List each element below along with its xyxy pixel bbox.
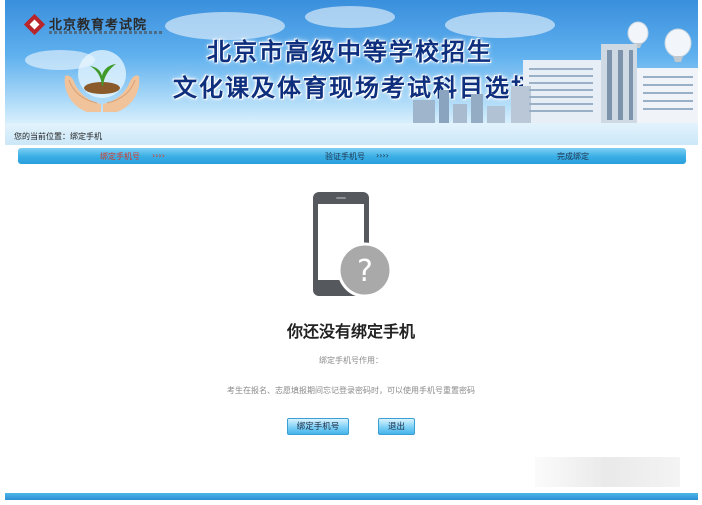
step-arrow-icon: ›››› — [376, 151, 389, 160]
city-skyline-icon — [413, 21, 698, 123]
blurred-region — [535, 457, 680, 487]
footer-bar — [5, 493, 698, 500]
progress-steps-bar: 绑定手机号 ›››› 验证手机号 ›››› 完成绑定 — [18, 148, 686, 164]
site-logo: 北京教育考试院 — [23, 13, 167, 37]
purpose-description: 考生在报名、志愿填报期间忘记登录密码时，可以使用手机号重置密码 — [227, 386, 475, 395]
phone-question-icon: ? — [313, 192, 393, 298]
logo-mark-icon — [23, 13, 46, 36]
purpose-label: 绑定手机号作用： — [319, 356, 383, 365]
exit-button[interactable]: 退出 — [378, 418, 415, 435]
logo-subtitle — [49, 31, 164, 34]
bind-phone-button[interactable]: 绑定手机号 — [287, 418, 349, 435]
header-banner: 北京教育考试院 北京市高级中等学校招生 文化课及体育现场考试科目选择 — [5, 0, 698, 123]
breadcrumb: 您的当前位置：绑定手机 — [14, 132, 102, 141]
step-arrow-icon: ›››› — [152, 151, 165, 160]
location-band — [5, 123, 698, 145]
svg-text:?: ? — [357, 254, 373, 289]
step-verify-phone: 验证手机号 — [325, 152, 365, 161]
unbound-heading: 你还没有绑定手机 — [286, 322, 415, 341]
step-bind-phone: 绑定手机号 — [100, 152, 140, 161]
hands-seedling-icon — [64, 50, 140, 112]
step-complete: 完成绑定 — [557, 152, 589, 161]
